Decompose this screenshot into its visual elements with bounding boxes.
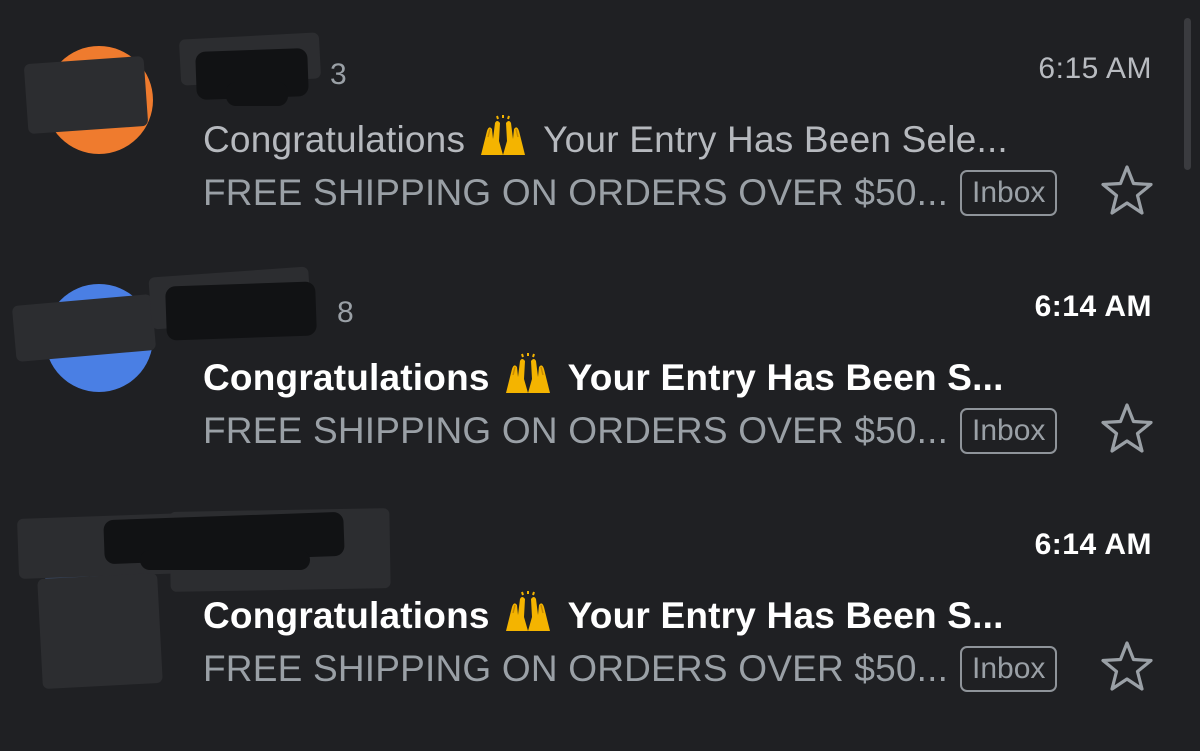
thread-count: 3 xyxy=(330,58,347,91)
subject-start: Congratulations xyxy=(203,119,466,160)
email-subject: Congratulations Your Entry Has Been S... xyxy=(203,591,1004,637)
redaction xyxy=(37,572,163,690)
raising-hands-icon xyxy=(502,591,554,631)
timestamp: 6:14 AM xyxy=(1034,528,1152,561)
subject-end: Your Entry Has Been S... xyxy=(567,357,1004,398)
inbox-label-chip: Inbox xyxy=(960,408,1058,454)
subject-end: Your Entry Has Been Sele... xyxy=(543,119,1008,160)
raising-hands-icon xyxy=(502,353,554,393)
thread-count: 8 xyxy=(337,296,354,329)
timestamp: 6:14 AM xyxy=(1034,290,1152,323)
inbox-label-chip: Inbox xyxy=(960,170,1058,216)
email-snippet: FREE SHIPPING ON ORDERS OVER $50... xyxy=(203,410,949,451)
email-snippet: FREE SHIPPING ON ORDERS OVER $50... xyxy=(203,172,949,213)
subject-end: Your Entry Has Been S... xyxy=(567,595,1004,636)
email-snippet: FREE SHIPPING ON ORDERS OVER $50... xyxy=(203,648,949,689)
subject-start: Congratulations xyxy=(203,595,490,636)
raising-hands-icon xyxy=(477,115,529,155)
redaction xyxy=(226,82,288,106)
redaction xyxy=(165,281,317,341)
subject-start: Congratulations xyxy=(203,357,490,398)
timestamp: 6:15 AM xyxy=(1038,52,1152,85)
email-subject: Congratulations Your Entry Has Been S... xyxy=(203,353,1004,399)
star-icon[interactable] xyxy=(1099,163,1155,219)
inbox-label-chip: Inbox xyxy=(960,646,1058,692)
redaction xyxy=(140,550,310,570)
email-row[interactable]: 3 6:15 AM Congratulations Your Entry Has … xyxy=(0,0,1200,238)
email-row[interactable]: 8 6:14 AM Congratulations Your Entry Has … xyxy=(0,238,1200,476)
inbox-list: 3 6:15 AM Congratulations Your Entry Has … xyxy=(0,0,1200,751)
email-subject: Congratulations Your Entry Has Been Sele.… xyxy=(203,115,1008,161)
star-icon[interactable] xyxy=(1099,639,1155,695)
email-row[interactable]: 6:14 AM Congratulations Your Entry Has Be… xyxy=(0,476,1200,714)
star-icon[interactable] xyxy=(1099,401,1155,457)
redaction xyxy=(23,55,149,135)
